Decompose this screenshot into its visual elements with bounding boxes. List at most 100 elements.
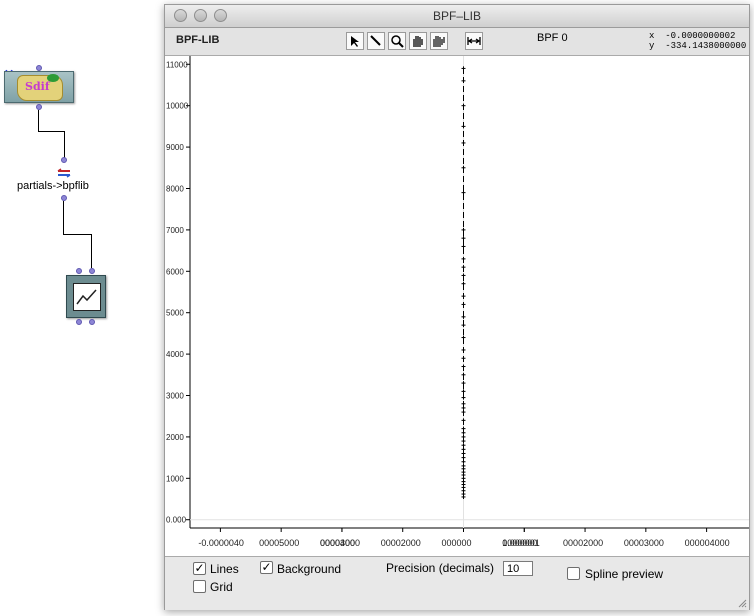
bpf-point [461,434,466,439]
converter-output-pin[interactable] [61,195,67,201]
zoom-icon[interactable] [388,32,406,50]
cursor-x-readout: x -0.0000000002 [649,31,735,41]
y-tick-label: 9000 [166,143,184,152]
background-checkbox[interactable]: ✓ [260,561,273,574]
precision-label: Precision (decimals) [386,561,495,575]
y-tick-label: 10000 [166,102,189,111]
arrow-select-icon[interactable] [346,32,364,50]
x-tick-label: 00002000 [381,538,421,548]
patch-cord[interactable] [64,131,65,158]
y-tick-label: 4000 [166,350,184,359]
bpf-point [461,389,466,394]
x-tick-label: 0.000001 [502,538,540,548]
convert-arrows-icon [57,168,71,178]
x-tick-label: -0.0000040 [198,538,244,548]
lines-checkbox[interactable]: ✓ [193,562,206,575]
bpf-point [461,323,466,328]
y-tick-label: 6000 [166,267,184,276]
bpf-point [461,381,466,386]
bpf-point [461,78,466,83]
bpf-lib-box[interactable] [66,275,106,318]
bpf-point [461,443,466,448]
fit-view-icon[interactable] [465,32,483,50]
bpf-point [461,244,466,249]
current-bpf-name: BPF 0 [537,32,568,44]
bpf-point [461,347,466,352]
y-coord-label: y [649,41,655,51]
bpf-chart[interactable]: 11000 10000 9000 8000 7000 6000 5000 4000 3000 20… [165,56,749,556]
bpf-point [461,395,466,400]
y-ruler-bg [165,56,190,528]
spline-preview-checkbox[interactable] [567,567,580,580]
x-tick-label: 000004000 [685,538,730,548]
patch-cord[interactable] [91,234,92,268]
bpf-point [461,463,466,468]
bpf-point [461,372,466,377]
partials-to-bpflib-box[interactable]: partials->bpflib [17,180,89,192]
patch-cord[interactable] [63,234,92,235]
bpf-point [461,227,466,232]
bpf-point [461,281,466,286]
pen-icon[interactable] [367,32,385,50]
bpf-point [461,439,466,444]
bpf-point [461,103,466,108]
background-check-icon: ✓ [261,560,272,574]
bpf-point [461,273,466,278]
bpf-point [461,165,466,170]
bpf-graph-icon [73,283,101,311]
y-tick-label: 11000 [166,60,188,69]
bpf-point [461,451,466,456]
patch-cord[interactable] [63,201,64,235]
sdif-file-box[interactable]: Sdif [4,71,74,103]
hand-icon[interactable] [409,32,427,50]
bpf-point [461,294,466,299]
grid-checkbox[interactable] [193,580,206,593]
bpf-point [461,335,466,340]
bpf-point [461,410,466,415]
y-tick-label: 3000 [166,392,184,401]
lines-label: Lines [210,562,239,576]
bpf-point [461,356,466,361]
sdif-output-pin[interactable] [36,104,42,110]
patch-cord[interactable] [38,110,39,132]
bpf-point [461,459,466,464]
bpf-point [461,401,466,406]
y-tick-label: 8000 [166,184,184,193]
bpf-point [461,66,466,71]
cursor-y-readout: y -334.1438000000 [649,41,746,51]
hand-all-icon[interactable] [430,32,448,50]
x-tick-label: 000000 [442,538,472,548]
y-tick-label: 0.000 [166,516,187,525]
bpf-point [461,455,466,460]
bpf-point [461,364,466,369]
converter-input-pin[interactable] [61,157,67,163]
precision-input[interactable] [503,561,533,576]
y-tick-label: 5000 [166,309,184,318]
background-label: Background [277,562,342,576]
bpf-point [461,236,466,241]
bpf-point [461,405,466,410]
x-ruler[interactable]: -0.0000040 00005000 000040000003000 0000200… [190,527,749,556]
x-tick-label: 00005000 [259,538,299,548]
bpflib-input-pin[interactable] [89,268,95,274]
bpflib-input-pin[interactable] [76,268,82,274]
bpf-point [461,418,466,423]
editor-toolbar: BPF-LIB BPF 0 x -0.0000000002 y -334.143… [165,28,749,56]
bpflib-output-pin[interactable] [89,319,95,325]
bpf-point [461,140,466,145]
options-panel: ✓ Lines ✓ Background Grid Precision (dec… [165,556,749,610]
x-tick-label: 00003000 [624,538,664,548]
resize-grip-icon[interactable] [737,598,747,608]
bpf-plot-area[interactable]: 11000 10000 9000 8000 7000 6000 5000 4000 3000 20… [165,56,749,556]
bpf-point [461,265,466,270]
y-ruler[interactable]: 11000 10000 9000 8000 7000 6000 5000 4000 3000 20… [165,56,191,528]
x-tick-label: 00003000 [320,538,360,548]
bpf-point [461,426,466,431]
bpflib-output-pin[interactable] [76,319,82,325]
patch-cord[interactable] [38,131,65,132]
x-tick-label: 00002000 [563,538,603,548]
window-titlebar[interactable]: BPF–LIB [165,5,749,28]
plot-canvas[interactable] [190,56,749,528]
x-coord-label: x [649,31,655,41]
grid-label: Grid [210,580,233,594]
